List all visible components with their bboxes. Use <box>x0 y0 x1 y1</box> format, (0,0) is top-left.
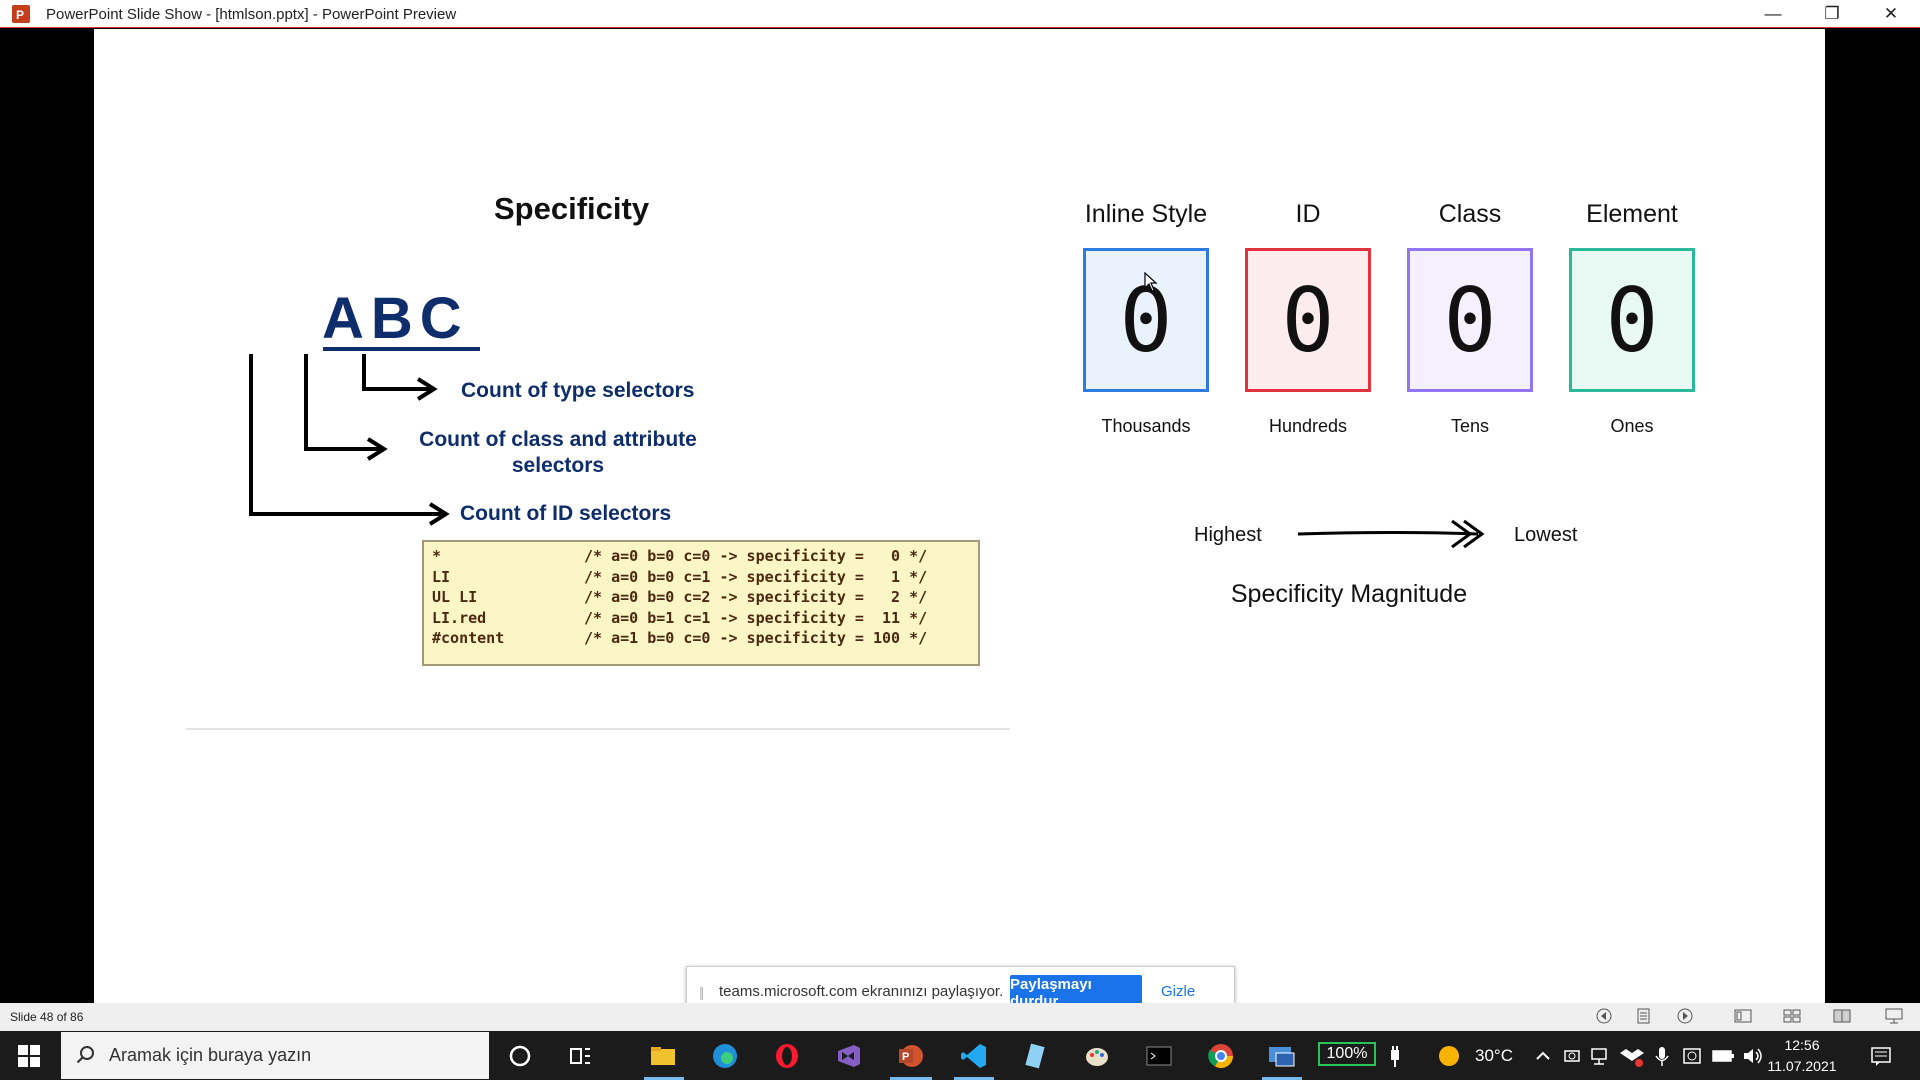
column-element: Element 0 Ones <box>1567 200 1697 437</box>
powerpoint-icon: P <box>12 5 30 23</box>
powerpoint-taskbar-icon[interactable]: P <box>896 1041 926 1071</box>
window-title: PowerPoint Slide Show - [htmlson.pptx] -… <box>46 6 457 23</box>
visual-studio-icon[interactable] <box>834 1041 864 1071</box>
opera-icon[interactable] <box>772 1041 802 1071</box>
cortana-icon[interactable] <box>505 1041 535 1071</box>
slide-canvas[interactable]: Specificity ABC Count of type selectors … <box>94 29 1825 1018</box>
column-place-label: Tens <box>1450 416 1490 436</box>
battery-icon[interactable] <box>1708 1041 1738 1071</box>
lowest-label: Lowest <box>1514 524 1578 546</box>
next-slide-icon[interactable] <box>1676 1007 1694 1025</box>
windows-taskbar: Aramak için buraya yazın P 100% 30°C 12:… <box>0 1031 1920 1080</box>
code-comment: /* a=0 b=0 c=2 -> specificity = 2 */ <box>584 588 928 606</box>
dropbox-icon[interactable] <box>1617 1041 1647 1071</box>
share-status-text: teams.microsoft.com ekranınızı paylaşıyo… <box>719 983 1004 1000</box>
specificity-magnitude-caption: Specificity Magnitude <box>1230 580 1468 608</box>
reading-view-icon[interactable] <box>1833 1007 1851 1025</box>
weather-sun-icon[interactable] <box>1434 1041 1464 1071</box>
notes-icon[interactable] <box>1636 1007 1652 1025</box>
column-place-label: Ones <box>1610 416 1654 436</box>
windows-start-icon[interactable] <box>18 1045 40 1067</box>
specificity-code-example: * /* a=0 b=0 c=0 -> specificity = 0 */ LI… <box>422 540 980 666</box>
network-icon[interactable] <box>1586 1041 1616 1071</box>
column-place-label: Thousands <box>1101 416 1191 436</box>
remote-desktop-icon[interactable] <box>1266 1041 1296 1071</box>
code-line: #content /* a=1 b=0 c=0 -> specificity = … <box>432 629 978 650</box>
file-explorer-icon[interactable] <box>648 1041 678 1071</box>
code-selector: #content <box>432 629 505 647</box>
code-line: UL LI /* a=0 b=0 c=2 -> specificity = 2 *… <box>432 588 978 609</box>
code-line: LI.red /* a=0 b=1 c=1 -> specificity = 11… <box>432 609 978 630</box>
svg-text:P: P <box>16 8 24 22</box>
power-plug-icon[interactable] <box>1380 1041 1410 1071</box>
code-comment: /* a=0 b=0 c=0 -> specificity = 0 */ <box>584 547 928 565</box>
digit-box: 0 <box>1083 248 1209 392</box>
sync-icon[interactable] <box>1677 1041 1707 1071</box>
column-heading: Inline Style <box>1084 200 1208 228</box>
code-selector: LI <box>432 567 451 586</box>
taskbar-clock[interactable]: 12:56 11.07.2021 <box>1762 1035 1842 1077</box>
column-id: ID 0 Hundreds <box>1243 200 1373 437</box>
camera-icon[interactable] <box>1557 1041 1587 1071</box>
slide-sorter-icon[interactable] <box>1783 1007 1801 1025</box>
digit-box: 0 <box>1245 248 1371 392</box>
column-heading: Element <box>1586 200 1678 228</box>
slide-number: Slide 48 of 86 <box>10 1010 84 1024</box>
temperature[interactable]: 30°C <box>1475 1046 1513 1066</box>
highest-label: Highest <box>1194 524 1262 546</box>
digit-box: 0 <box>1407 248 1533 392</box>
taskbar-search-box[interactable]: Aramak için buraya yazın <box>61 1032 489 1079</box>
close-button[interactable]: ✕ <box>1862 0 1920 28</box>
window-titlebar: P PowerPoint Slide Show - [htmlson.pptx]… <box>0 0 1920 28</box>
code-selector: * <box>432 547 442 565</box>
label-class-selectors: Count of class and attribute selectors <box>419 428 697 477</box>
column-place-label: Hundreds <box>1268 416 1348 436</box>
code-comment: /* a=1 b=0 c=0 -> specificity = 100 */ <box>584 629 928 647</box>
column-heading: ID <box>1295 200 1321 228</box>
drag-handle-icon[interactable]: || <box>699 984 704 1000</box>
edge-icon[interactable] <box>710 1041 740 1071</box>
code-line: LI /* a=0 b=0 c=1 -> specificity = 1 */ <box>432 568 978 589</box>
column-class: Class 0 Tens <box>1405 200 1535 437</box>
label-type-selectors: Count of type selectors <box>461 379 695 402</box>
status-bar: Slide 48 of 86 <box>0 1003 1920 1031</box>
task-view-icon[interactable] <box>565 1041 595 1071</box>
vscode-icon[interactable] <box>959 1041 989 1071</box>
minimize-button[interactable]: — <box>1744 0 1802 28</box>
code-line: * /* a=0 b=0 c=0 -> specificity = 0 */ <box>432 547 978 568</box>
terminal-icon[interactable] <box>1144 1041 1174 1071</box>
label-id-selectors: Count of ID selectors <box>460 502 672 525</box>
previous-slide-icon[interactable] <box>1595 1007 1613 1025</box>
search-placeholder: Aramak için buraya yazın <box>109 1045 312 1065</box>
microphone-icon[interactable] <box>1647 1041 1677 1071</box>
column-heading: Class <box>1438 200 1502 228</box>
code-selector: UL LI <box>432 588 478 606</box>
divider-line <box>186 728 1010 730</box>
normal-view-icon[interactable] <box>1734 1007 1752 1025</box>
svg-text:P: P <box>902 1051 909 1063</box>
mouse-cursor-icon <box>1144 272 1158 292</box>
chevron-up-icon[interactable] <box>1528 1041 1558 1071</box>
code-comment: /* a=0 b=0 c=1 -> specificity = 1 */ <box>584 567 928 586</box>
code-comment: /* a=0 b=1 c=1 -> specificity = 11 */ <box>584 608 928 627</box>
clock-time: 12:56 <box>1784 1037 1820 1053</box>
search-icon <box>76 1046 94 1064</box>
digit-box: 0 <box>1569 248 1695 392</box>
hide-link[interactable]: Gizle <box>1161 983 1195 1000</box>
code-selector: LI.red <box>432 608 487 627</box>
restore-button[interactable]: ❐ <box>1803 0 1861 28</box>
double-arrow-icon <box>1297 519 1485 549</box>
notepad-icon[interactable] <box>1020 1041 1050 1071</box>
column-inline-style: Inline Style 0 Thousands <box>1081 200 1211 437</box>
battery-percentage[interactable]: 100% <box>1318 1042 1376 1066</box>
notification-center-icon[interactable] <box>1866 1041 1896 1071</box>
clock-date: 11.07.2021 <box>1767 1058 1837 1074</box>
slide-show-icon[interactable] <box>1884 1007 1904 1025</box>
paint-icon[interactable] <box>1082 1041 1112 1071</box>
chrome-icon[interactable] <box>1206 1041 1236 1071</box>
